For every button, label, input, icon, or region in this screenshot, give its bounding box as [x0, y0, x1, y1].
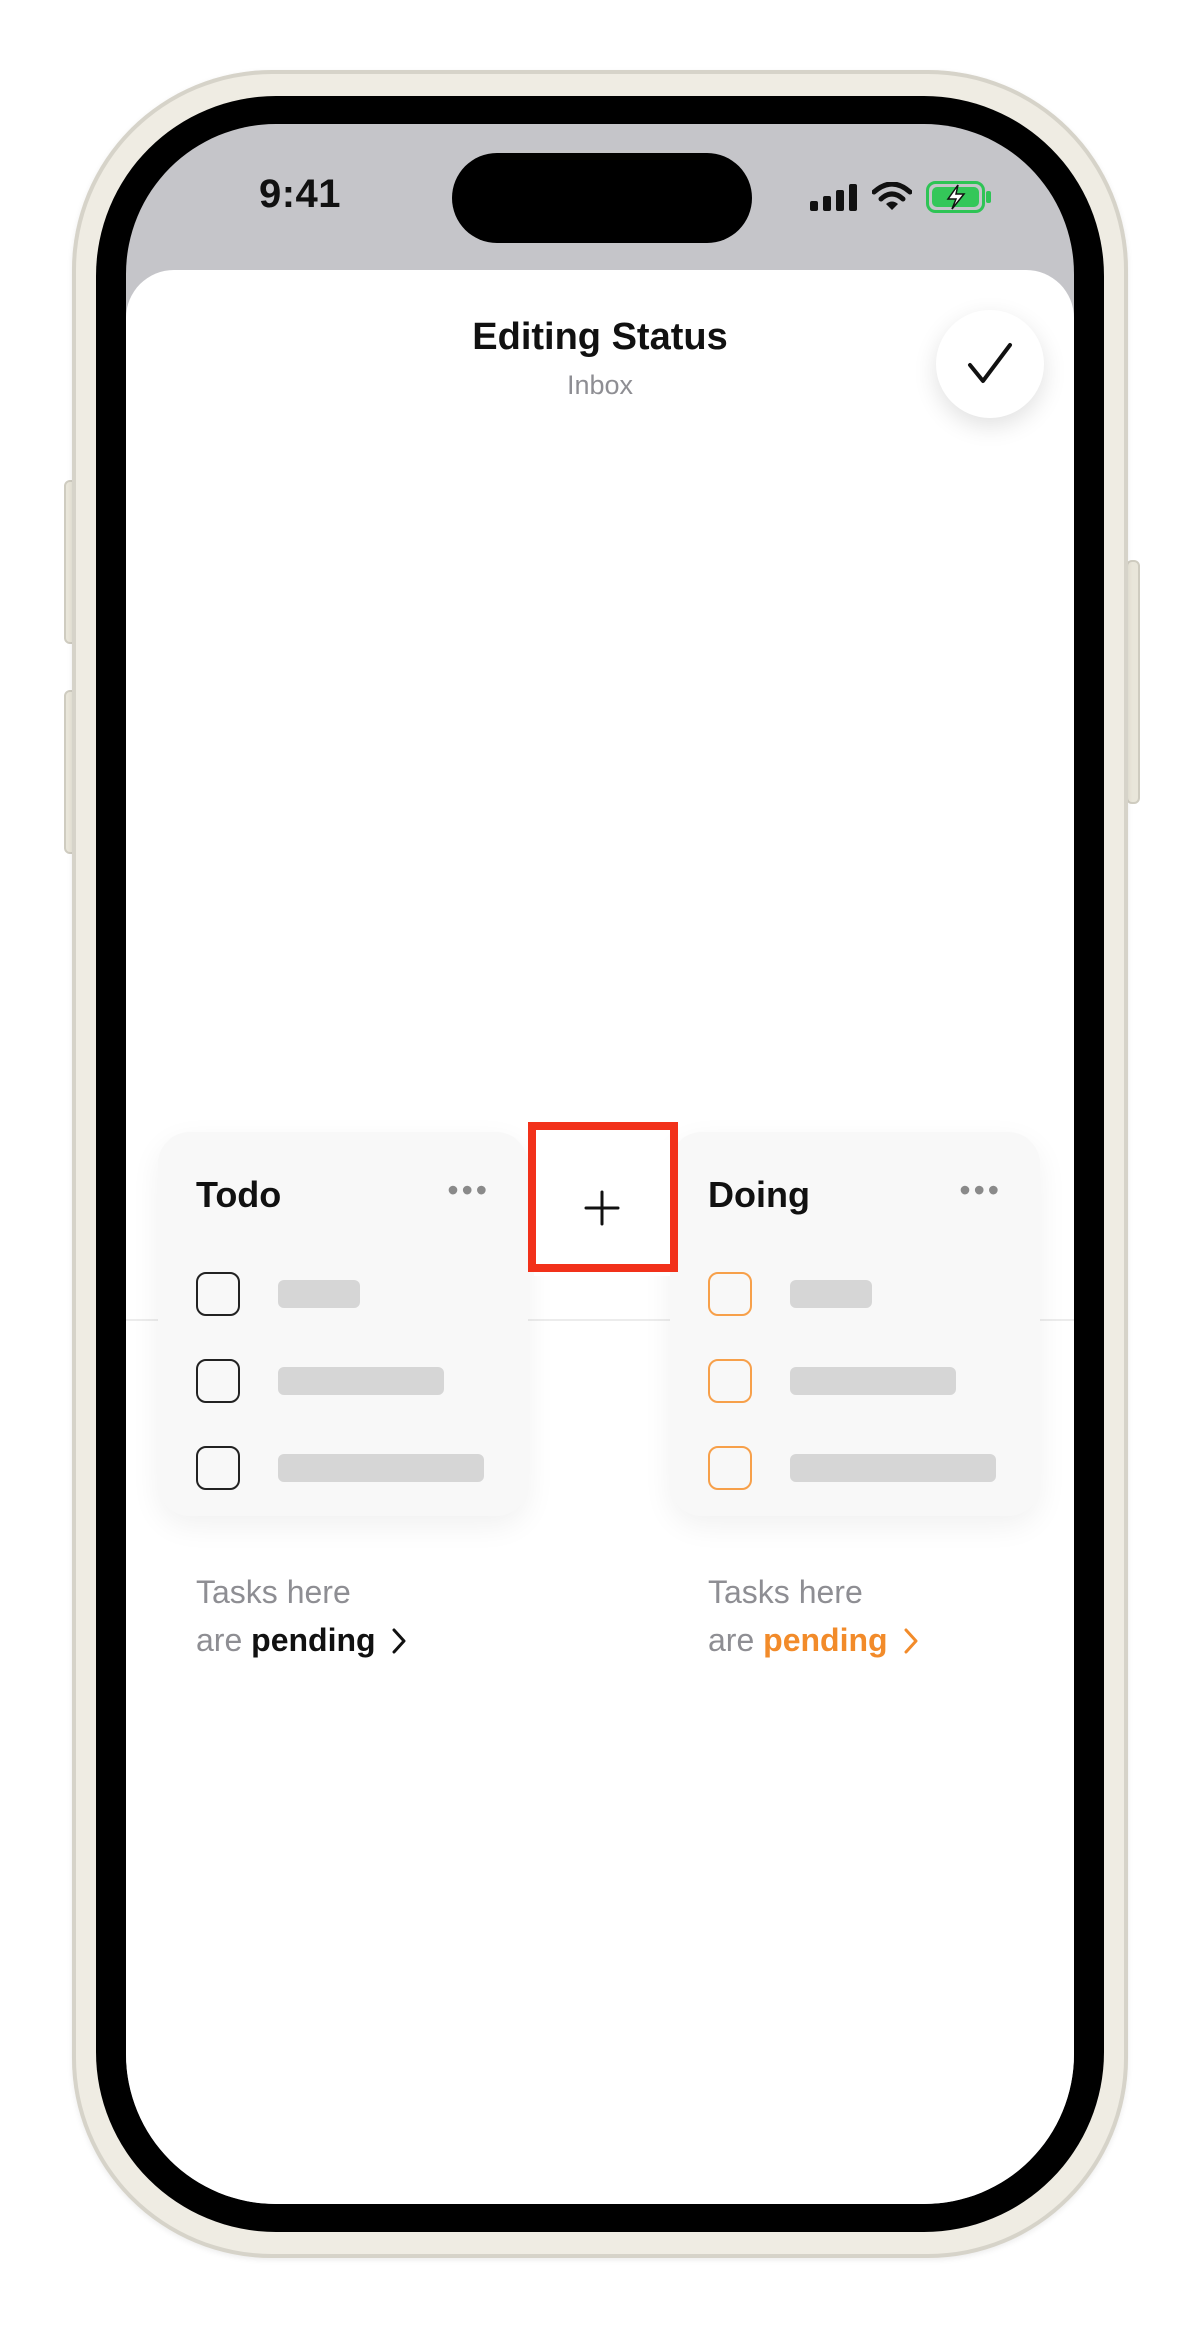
cellular-signal-icon [810, 184, 857, 211]
status-card-doing[interactable]: Doing ••• [670, 1132, 1040, 1516]
caption-status: pending [251, 1622, 376, 1658]
sample-task-row [196, 1444, 484, 1492]
highlight-box [528, 1122, 678, 1272]
caption-prefix: are [196, 1622, 243, 1658]
sample-task-row [708, 1357, 956, 1405]
sample-task-row [196, 1270, 360, 1318]
status-name: Todo [196, 1174, 282, 1215]
sheet-subtitle: Inbox [566, 370, 634, 400]
sample-task-row [708, 1444, 996, 1492]
checkbox-icon [708, 1272, 752, 1316]
caption-line: Tasks here [196, 1574, 351, 1610]
sheet-title: Editing Status [472, 316, 728, 358]
placeholder-bar [790, 1454, 996, 1482]
checkbox-icon [196, 1446, 240, 1490]
chevron-right-icon [392, 1628, 406, 1654]
ellipsis-icon: ••• [447, 1172, 490, 1208]
sample-task-row [196, 1357, 444, 1405]
wifi-icon [872, 182, 912, 210]
placeholder-bar [278, 1454, 484, 1482]
status-caption-doing[interactable]: Tasks here are pending [708, 1568, 920, 1664]
checkmark-icon [968, 343, 1012, 383]
placeholder-bar [278, 1280, 360, 1308]
battery-charging-icon [926, 181, 991, 213]
power-button [1126, 560, 1140, 804]
checkbox-icon [196, 1272, 240, 1316]
status-icons [810, 181, 992, 213]
caption-status: pending [763, 1622, 888, 1658]
status-name: Doing [708, 1174, 810, 1215]
checkbox-icon [708, 1446, 752, 1490]
ellipsis-icon: ••• [959, 1172, 1002, 1208]
placeholder-bar [278, 1367, 444, 1395]
status-caption-todo[interactable]: Tasks here are pending [196, 1568, 408, 1664]
status-card-todo[interactable]: Todo ••• [158, 1132, 528, 1516]
caption-prefix: are [708, 1622, 755, 1658]
chevron-right-icon [904, 1628, 918, 1654]
dynamic-island [452, 153, 752, 243]
placeholder-bar [790, 1280, 872, 1308]
caption-line: Tasks here [708, 1574, 863, 1610]
status-time: 9:41 [258, 172, 342, 216]
checkbox-icon [708, 1359, 752, 1403]
more-options-button[interactable]: ••• [447, 1172, 490, 1209]
placeholder-bar [790, 1367, 956, 1395]
more-options-button[interactable]: ••• [959, 1172, 1002, 1209]
checkbox-icon [196, 1359, 240, 1403]
sample-task-row [708, 1270, 872, 1318]
done-button[interactable] [936, 310, 1044, 418]
